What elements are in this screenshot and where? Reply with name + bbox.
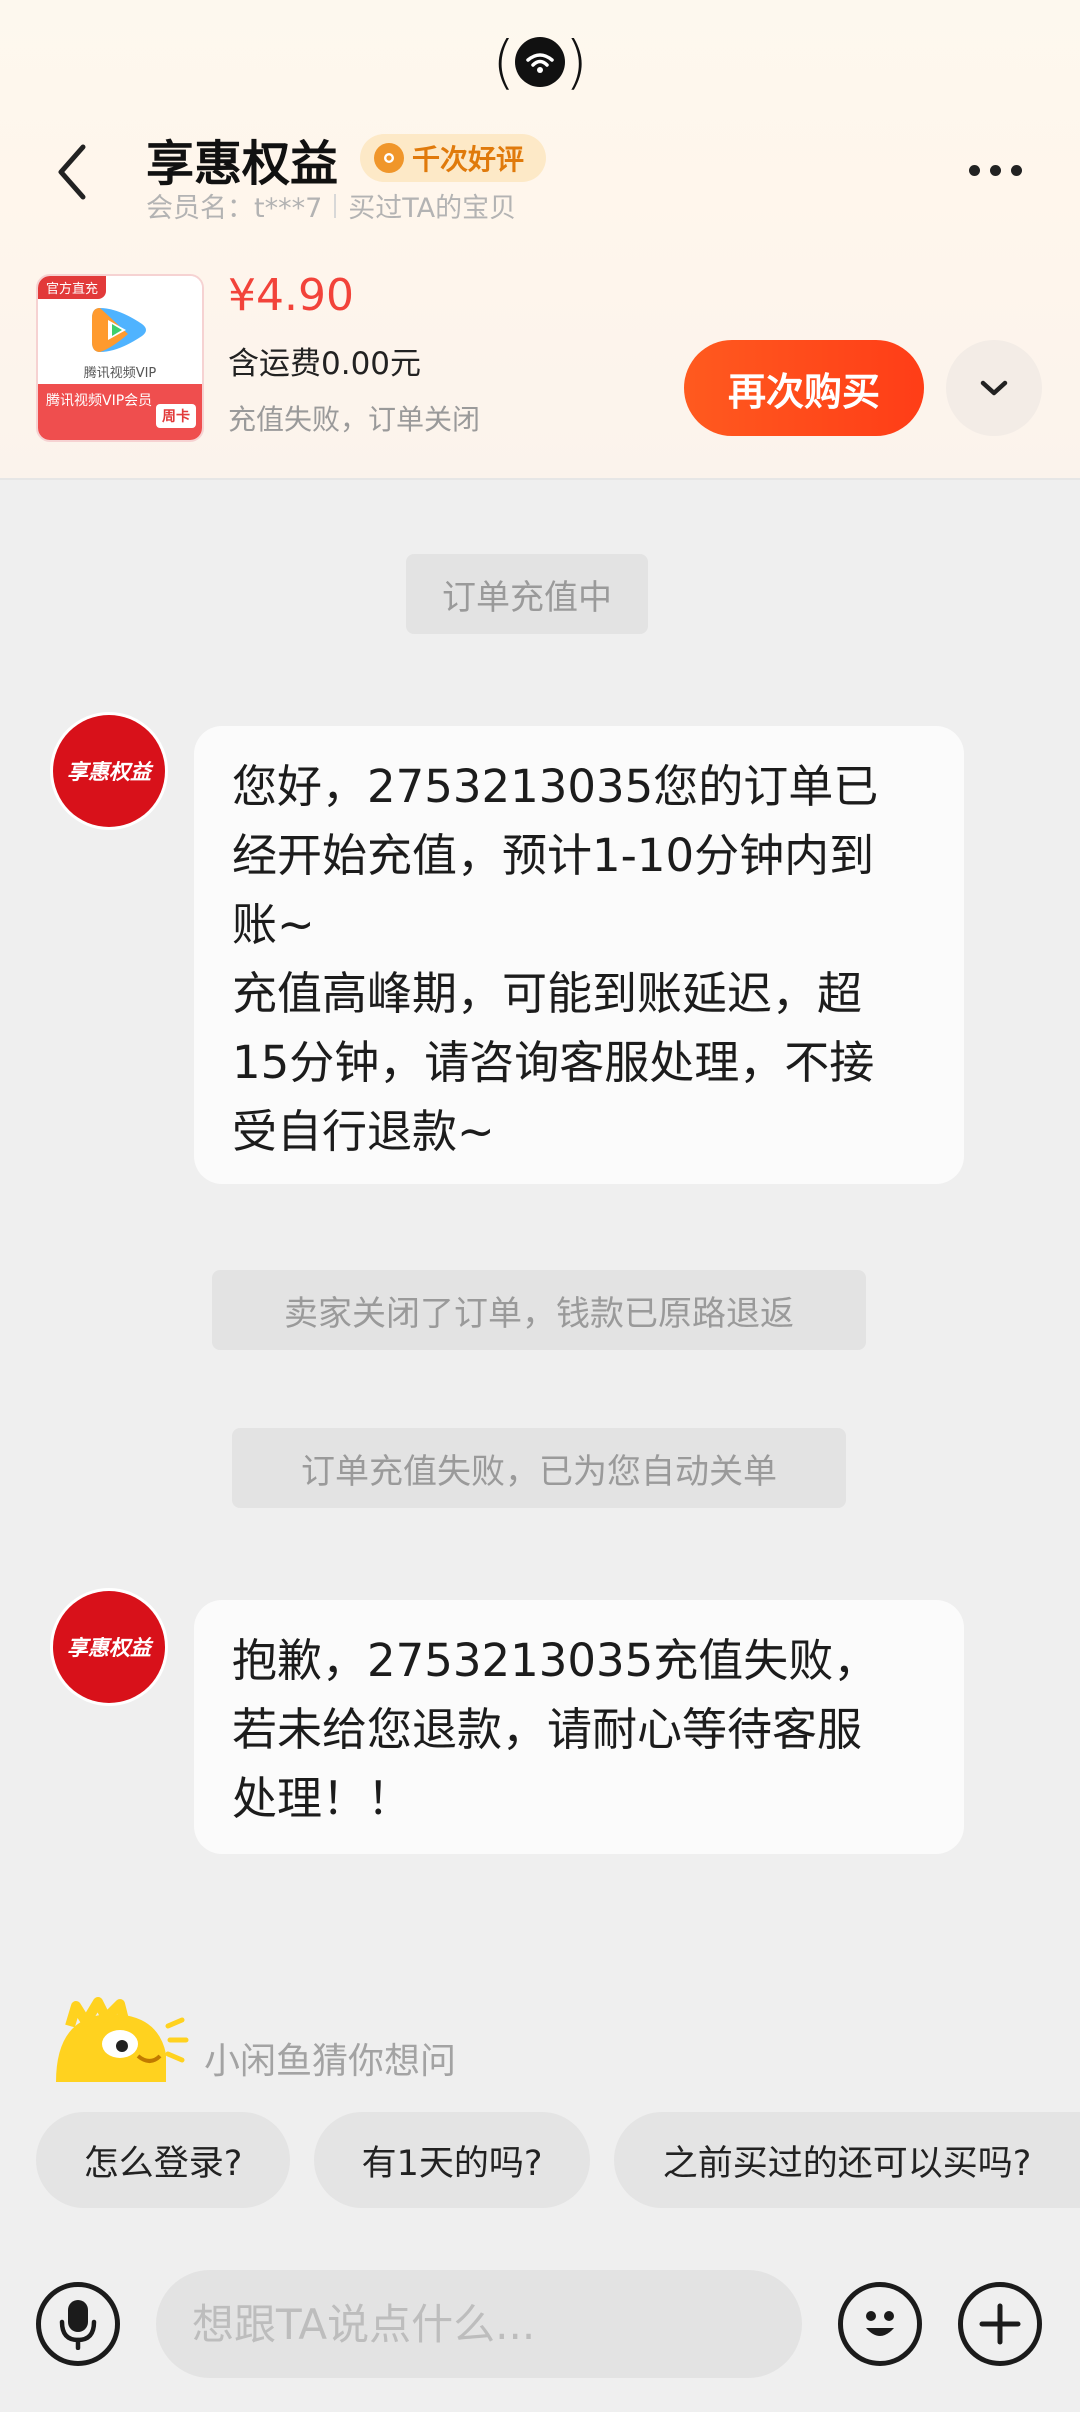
order-status: 充值失败，订单关闭	[228, 403, 481, 436]
shipping-info: 含运费0.00元	[228, 346, 422, 382]
rating-badge: 千次好评	[360, 134, 547, 182]
chevron-left-icon	[58, 144, 86, 200]
message-input[interactable]	[156, 2270, 802, 2378]
suggestion-header: 小闲鱼猜你想问	[50, 1996, 456, 2086]
expand-button[interactable]	[946, 340, 1042, 436]
divider	[334, 193, 337, 218]
plus-icon	[979, 2303, 1021, 2345]
shop-title[interactable]: 享惠权益	[146, 124, 338, 194]
product-price: ¥4.90	[228, 270, 354, 321]
hotspot-icon	[515, 37, 565, 87]
smiley-icon	[866, 2311, 894, 2336]
seller-avatar[interactable]: 享惠权益	[50, 1588, 168, 1706]
more-options-button[interactable]	[960, 150, 1030, 190]
bought-link[interactable]: 买过TA的宝贝	[348, 186, 516, 225]
thumb-vip-text: 腾讯视频VIP	[83, 366, 157, 381]
status-bar-indicator: ( )	[492, 28, 588, 96]
chevron-down-icon	[980, 380, 1008, 396]
system-message: 订单充值中	[406, 554, 648, 634]
suggestion-chip[interactable]: 之前买过的还可以买吗?	[614, 2112, 1080, 2208]
dot	[1010, 164, 1022, 176]
suggestion-chip[interactable]: 怎么登录?	[36, 2112, 290, 2208]
medal-icon	[374, 143, 404, 173]
week-card-tag: 周卡	[156, 404, 196, 428]
member-name: 会员名：t***7	[146, 193, 323, 224]
input-bar	[0, 2240, 1080, 2412]
badge-label: 千次好评	[412, 143, 525, 176]
suggestion-title: 小闲鱼猜你想问	[204, 2041, 457, 2082]
microphone-icon	[59, 2300, 97, 2350]
suggestion-chip[interactable]: 有1天的吗?	[314, 2112, 590, 2208]
system-message: 卖家关闭了订单，钱款已原路退返	[212, 1270, 866, 1350]
dot	[989, 164, 1001, 176]
product-thumbnail[interactable]: 官方直充 腾讯视频VIP 腾讯视频VIP会员 周卡	[36, 274, 204, 442]
back-button[interactable]	[50, 140, 94, 204]
voice-button[interactable]	[36, 2282, 120, 2366]
add-button[interactable]	[958, 2282, 1042, 2366]
avatar-logo: 享惠权益	[53, 715, 165, 827]
dot	[968, 164, 980, 176]
rebuy-button[interactable]: 再次购买	[684, 340, 924, 436]
thumb-banner-text: 腾讯视频VIP会员	[46, 393, 153, 409]
emoji-button[interactable]	[838, 2282, 922, 2366]
avatar-logo: 享惠权益	[53, 1591, 165, 1703]
fish-mascot-icon	[56, 1997, 189, 2082]
tencent-video-logo-icon	[92, 308, 146, 352]
official-tag: 官方直充	[38, 276, 107, 299]
header-area: ( ) 享惠权益 千次好评 会员名：t***7 买过TA的宝贝 官方直充 腾讯视…	[0, 0, 1080, 480]
system-message: 订单充值失败，已为您自动关单	[232, 1428, 846, 1508]
seller-avatar[interactable]: 享惠权益	[50, 712, 168, 830]
chat-bubble: 您好，2753213035您的订单已 经开始充值，预计1-10分钟内到 账~ 充…	[194, 726, 964, 1184]
member-info: 会员名：t***7 买过TA的宝贝	[146, 186, 516, 225]
chat-bubble: 抱歉，2753213035充值失败， 若未给您退款，请耐心等待客服 处理！！	[194, 1600, 964, 1854]
